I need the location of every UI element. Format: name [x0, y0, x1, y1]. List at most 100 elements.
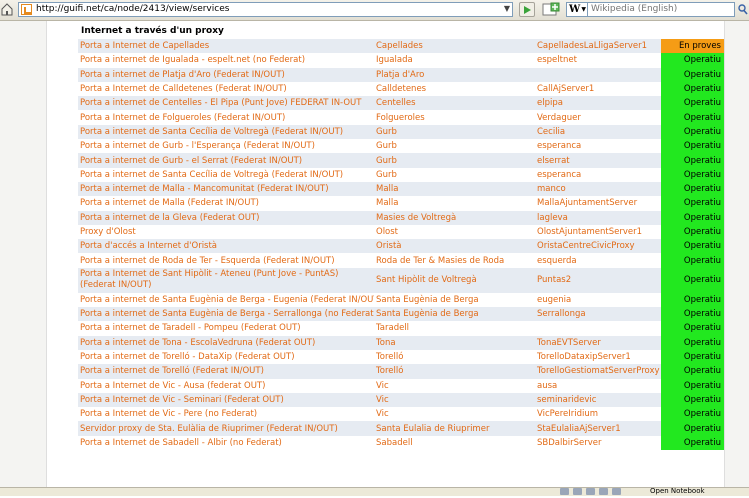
service-server-link[interactable]: MallaAjuntamentServer	[537, 198, 637, 208]
service-location-link[interactable]: Masies de Voltregà	[376, 213, 456, 223]
service-name-link[interactable]: Porta a internet de Santa Cecília de Vol…	[80, 170, 343, 180]
service-location-link[interactable]: Torelló	[376, 352, 403, 362]
service-server-link[interactable]: ausa	[537, 381, 557, 391]
new-tab-icon[interactable]	[542, 2, 560, 17]
search-box[interactable]	[588, 2, 735, 17]
home-icon[interactable]	[1, 3, 13, 16]
service-name-link[interactable]: Porta a internet de Torelló - DataXip (F…	[80, 352, 295, 362]
service-server-link[interactable]: TorelloDataxipServer1	[537, 352, 631, 362]
service-server-link[interactable]: Puntas2	[537, 275, 571, 285]
service-location-link[interactable]: Centelles	[376, 98, 416, 108]
service-location-link[interactable]: Santa Eugènia de Berga	[376, 309, 479, 319]
service-name-link[interactable]: Porta a internet de Tona - EscolaVedruna…	[80, 338, 315, 348]
service-server-link[interactable]: manco	[537, 184, 566, 194]
service-location-link[interactable]: Sabadell	[376, 438, 413, 448]
service-server-link[interactable]: CallAjServer1	[537, 84, 594, 94]
service-location-link[interactable]: Santa Eulalia de Riuprimer	[376, 424, 489, 434]
service-location-link[interactable]: Vic	[376, 395, 389, 405]
service-location-link[interactable]: Vic	[376, 381, 389, 391]
service-name-link[interactable]: Porta a internet de Gurb - l'Esperança (…	[80, 141, 315, 151]
service-name-link[interactable]: Porta a Internet de Capellades	[80, 41, 209, 51]
table-row: Porta a internet de Centelles - El Pipa …	[78, 96, 724, 111]
service-server-link[interactable]: esquerda	[537, 256, 577, 266]
service-server-link[interactable]: OristaCentreCivicProxy	[537, 241, 635, 251]
service-name-link[interactable]: Porta a internet de Santa Eugènia de Ber…	[80, 295, 374, 305]
service-server-link[interactable]: SBDalbirServer	[537, 438, 601, 448]
service-server-link[interactable]: Cecilia	[537, 127, 565, 137]
service-server-link[interactable]: esperanca	[537, 170, 581, 180]
service-server-link[interactable]: TonaEVTServer	[537, 338, 601, 348]
service-location-link[interactable]: Vic	[376, 409, 389, 419]
service-name-link[interactable]: Proxy d'Olost	[80, 227, 136, 237]
service-location-link[interactable]: Torelló	[376, 366, 403, 376]
service-location-link[interactable]: Olost	[376, 227, 398, 237]
url-bar[interactable]: http://guifi.net/ca/node/2413/view/servi…	[18, 2, 513, 17]
service-name-link[interactable]: Porta a Internet de Vic - Ausa (federat …	[80, 381, 265, 391]
service-name-link[interactable]: Porta a internet de Malla (Federat IN/OU…	[80, 198, 259, 208]
service-location-link[interactable]: Capellades	[376, 41, 423, 51]
tray-icon[interactable]	[560, 488, 569, 495]
service-server-link[interactable]: VicPereIridium	[537, 409, 598, 419]
service-location-link[interactable]: Platja d'Aro	[376, 70, 424, 80]
site-favicon-icon	[21, 4, 32, 15]
service-name-link[interactable]: Porta a Internet de Vic - Seminari (Fede…	[80, 395, 284, 405]
service-server-link[interactable]: elpipa	[537, 98, 563, 108]
go-button[interactable]	[519, 2, 535, 17]
service-name-link[interactable]: Porta a internet de Platja d'Aro (Federa…	[80, 70, 285, 80]
service-location-link[interactable]: Igualada	[376, 55, 413, 65]
service-name-link[interactable]: Porta a Internet de Vic - Pere (no Feder…	[80, 409, 257, 419]
service-server-link[interactable]: esperanca	[537, 141, 581, 151]
service-location-link[interactable]: Tona	[376, 338, 396, 348]
service-name-link[interactable]: Porta d'accés a Internet d'Oristà	[80, 241, 217, 251]
service-name-link[interactable]: Porta a Internet de Sant Hipòlit - Atene…	[80, 269, 338, 290]
service-location-link[interactable]: Taradell	[376, 323, 409, 333]
service-location-link[interactable]: Oristà	[376, 241, 402, 251]
service-name-link[interactable]: Porta a internet de Centelles - El Pipa …	[80, 98, 361, 108]
search-engine-selector[interactable]: W ▼	[566, 2, 588, 17]
service-location-link[interactable]: Calldetenes	[376, 84, 426, 94]
service-name-link[interactable]: Porta a internet de Igualada - espelt.ne…	[80, 55, 305, 65]
service-location-link[interactable]: Folgueroles	[376, 113, 425, 123]
service-name-link[interactable]: Porta a internet de Taradell - Pompeu (F…	[80, 323, 301, 333]
service-server-link[interactable]: Verdaguer	[537, 113, 581, 123]
service-name-link[interactable]: Porta a internet de Santa Eugènia de Ber…	[80, 309, 374, 319]
service-server-link[interactable]: seminaridevic	[537, 395, 596, 405]
url-text[interactable]: http://guifi.net/ca/node/2413/view/servi…	[36, 4, 229, 14]
service-server-link[interactable]: CapelladesLaLligaServer1	[537, 41, 647, 51]
service-server-link[interactable]: espeltnet	[537, 55, 577, 65]
url-dropdown-icon[interactable]: ▼	[504, 4, 510, 13]
service-name-link[interactable]: Porta a internet de Malla - Mancomunitat…	[80, 184, 329, 194]
service-location-link[interactable]: Roda de Ter & Masies de Roda	[376, 256, 504, 266]
service-name-link[interactable]: Porta a internet de Gurb - el Serrat (Fe…	[80, 156, 302, 166]
service-name-link[interactable]: Porta a Internet de Folgueroles (Federat…	[80, 113, 285, 123]
service-server-link[interactable]: StaEulaliaAjServer1	[537, 424, 621, 434]
service-location-link[interactable]: Gurb	[376, 170, 397, 180]
service-name-link[interactable]: Porta a internet de la Gleva (Federat OU…	[80, 213, 259, 223]
tray-icon[interactable]	[599, 488, 608, 495]
service-server-link[interactable]: Serrallonga	[537, 309, 586, 319]
service-location-link[interactable]: Gurb	[376, 156, 397, 166]
notebook-status-text[interactable]: Open Notebook	[650, 487, 705, 495]
search-magnifier-icon[interactable]	[738, 4, 748, 15]
search-input[interactable]	[588, 3, 734, 15]
service-location-link[interactable]: Gurb	[376, 127, 397, 137]
service-location-link[interactable]: Malla	[376, 184, 398, 194]
tray-icon[interactable]	[586, 488, 595, 495]
service-server-link[interactable]: lagleva	[537, 213, 568, 223]
service-location-link[interactable]: Sant Hipòlit de Voltregà	[376, 275, 477, 285]
service-name-link[interactable]: Porta a Internet de Calldetenes (Federat…	[80, 84, 287, 94]
service-location-link[interactable]: Malla	[376, 198, 398, 208]
service-name-link[interactable]: Servidor proxy de Sta. Eulàlia de Riupri…	[80, 424, 338, 434]
service-location-link[interactable]: Gurb	[376, 141, 397, 151]
service-server-link[interactable]: elserrat	[537, 156, 570, 166]
service-name-link[interactable]: Porta a internet de Torelló (Federat IN/…	[80, 366, 264, 376]
service-location-link[interactable]: Santa Eugènia de Berga	[376, 295, 479, 305]
service-name-link[interactable]: Porta a internet de Santa Cecília de Vol…	[80, 127, 343, 137]
service-name-link[interactable]: Porta a Internet de Sabadell - Albir (no…	[80, 438, 282, 448]
service-server-link[interactable]: eugenia	[537, 295, 571, 305]
tray-icon[interactable]	[573, 488, 582, 495]
service-server-link[interactable]: OlostAjuntamentServer1	[537, 227, 642, 237]
service-server-link[interactable]: TorelloGestiomatServerProxy	[537, 366, 660, 376]
tray-icon[interactable]	[612, 488, 621, 495]
service-name-link[interactable]: Porta a internet de Roda de Ter - Esquer…	[80, 256, 335, 266]
